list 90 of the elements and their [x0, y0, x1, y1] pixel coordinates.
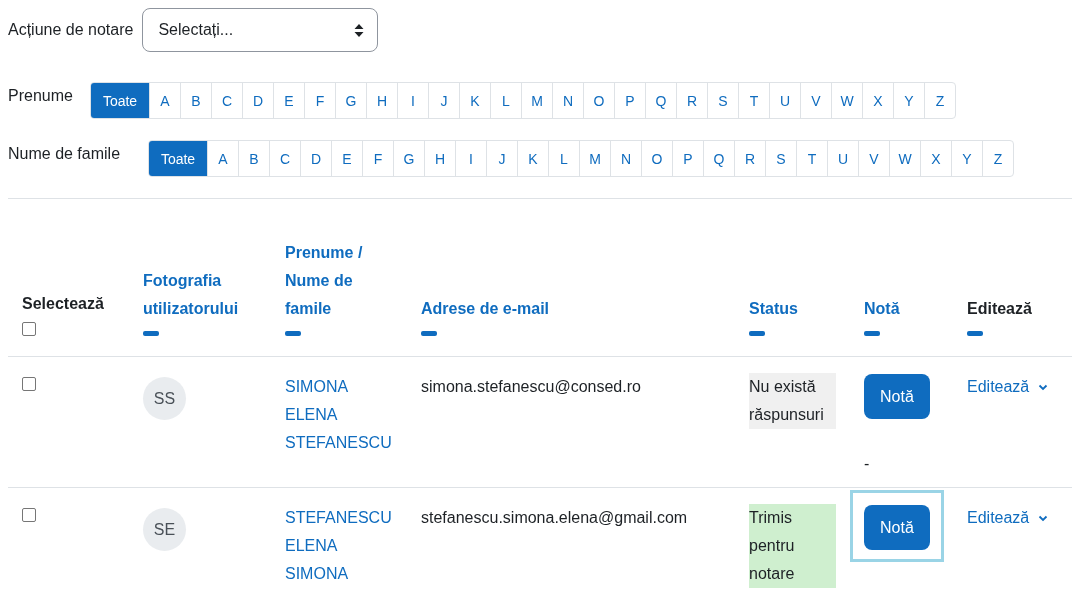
- select-all-checkbox[interactable]: [22, 322, 36, 336]
- letter-filter-link[interactable]: X: [920, 141, 951, 176]
- status-label: Trimis pentru notare: [749, 504, 836, 588]
- letter-filter-link[interactable]: Toate: [91, 83, 149, 118]
- letter-filter-link[interactable]: I: [455, 141, 486, 176]
- collapse-icon[interactable]: [143, 331, 159, 336]
- row-checkbox[interactable]: [22, 377, 36, 391]
- letter-filter-link[interactable]: K: [517, 141, 548, 176]
- email-text: simona.stefanescu@consed.ro: [421, 377, 641, 397]
- row-checkbox[interactable]: [22, 508, 36, 522]
- letter-filter-link[interactable]: Z: [924, 83, 955, 118]
- sort-arrows-icon: [354, 23, 365, 37]
- column-header-link[interactable]: Fotografia utilizatorului: [143, 267, 265, 323]
- letter-filter-link[interactable]: N: [552, 83, 583, 118]
- letter-filter-link[interactable]: L: [490, 83, 521, 118]
- filter-label: Prenume: [8, 86, 74, 105]
- letter-filter-link[interactable]: M: [579, 141, 610, 176]
- letter-filter-link[interactable]: K: [459, 83, 490, 118]
- letter-filter-link[interactable]: Z: [982, 141, 1013, 176]
- user-name-link[interactable]: STEFANESCU ELENA SIMONA: [285, 504, 393, 588]
- letter-filter-link[interactable]: D: [300, 141, 331, 176]
- letter-filter-link[interactable]: U: [827, 141, 858, 176]
- letter-filter-link[interactable]: X: [862, 83, 893, 118]
- grade-text: -: [864, 454, 870, 474]
- letter-filter-link[interactable]: S: [707, 83, 738, 118]
- collapse-icon[interactable]: [967, 331, 983, 336]
- letter-filter-link[interactable]: G: [335, 83, 366, 118]
- edit-menu-link[interactable]: Editează: [967, 504, 1049, 532]
- letter-filter-link[interactable]: U: [769, 83, 800, 118]
- letter-filter-link[interactable]: H: [424, 141, 455, 176]
- letter-filter-link[interactable]: Y: [951, 141, 982, 176]
- column-header-link[interactable]: Status: [749, 295, 798, 323]
- avatar: SE: [143, 508, 186, 551]
- letter-filter-link[interactable]: A: [149, 83, 180, 118]
- letter-filter-link[interactable]: C: [211, 83, 242, 118]
- letter-filter-link[interactable]: Toate: [149, 141, 207, 176]
- letter-filter-link[interactable]: W: [889, 141, 920, 176]
- filter-label: Nume de famile: [8, 144, 122, 163]
- column-header: Selectează: [22, 294, 104, 314]
- letter-filter-link[interactable]: O: [583, 83, 614, 118]
- letter-filter-link[interactable]: M: [521, 83, 552, 118]
- column-header: Editează: [967, 299, 1032, 319]
- grade-button[interactable]: Notă: [864, 374, 930, 419]
- letter-filter-link[interactable]: C: [269, 141, 300, 176]
- letter-filter-link[interactable]: B: [180, 83, 211, 118]
- collapse-icon[interactable]: [864, 331, 880, 336]
- letter-filter-link[interactable]: P: [614, 83, 645, 118]
- status-label: Nu există răspunsuri: [749, 373, 836, 429]
- letter-filter-link[interactable]: R: [734, 141, 765, 176]
- letter-filter-link[interactable]: F: [304, 83, 335, 118]
- letter-filter-link[interactable]: Q: [645, 83, 676, 118]
- letter-filter-link[interactable]: T: [738, 83, 769, 118]
- grading-action-label: Acțiune de notare: [8, 21, 134, 39]
- letter-filter-link[interactable]: Q: [703, 141, 734, 176]
- letter-filter-link[interactable]: E: [331, 141, 362, 176]
- user-name-link[interactable]: SIMONA ELENA STEFANESCU: [285, 373, 393, 457]
- column-header-link[interactable]: Adrese de e-mail: [421, 295, 550, 323]
- letter-filter-link[interactable]: R: [676, 83, 707, 118]
- letter-filter-link[interactable]: O: [641, 141, 672, 176]
- avatar: SS: [143, 377, 186, 420]
- email-text: stefanescu.simona.elena@gmail.com: [421, 508, 688, 528]
- letter-filter-link[interactable]: P: [672, 141, 703, 176]
- column-header-link[interactable]: Prenume / Nume de famile: [285, 239, 401, 323]
- letter-filter-link[interactable]: S: [765, 141, 796, 176]
- letter-filter-link[interactable]: V: [858, 141, 889, 176]
- column-header-link[interactable]: Notă: [864, 295, 900, 323]
- letter-filter-link[interactable]: I: [397, 83, 428, 118]
- letter-filter-link[interactable]: V: [800, 83, 831, 118]
- chevron-down-icon: [1038, 383, 1049, 391]
- letter-filter-link[interactable]: D: [242, 83, 273, 118]
- letter-filter-link[interactable]: G: [393, 141, 424, 176]
- letter-filter-link[interactable]: L: [548, 141, 579, 176]
- chevron-down-icon: [1038, 514, 1049, 522]
- edit-menu-link[interactable]: Editează: [967, 373, 1049, 401]
- collapse-icon[interactable]: [421, 331, 437, 336]
- letter-filter-link[interactable]: W: [831, 83, 862, 118]
- letter-filter-link[interactable]: E: [273, 83, 304, 118]
- letter-filter-link[interactable]: F: [362, 141, 393, 176]
- letter-filter-link[interactable]: Y: [893, 83, 924, 118]
- grading-action-select[interactable]: Selectați...: [142, 8, 379, 52]
- letter-filter-link[interactable]: A: [207, 141, 238, 176]
- letter-filter-link[interactable]: J: [486, 141, 517, 176]
- grade-button[interactable]: Notă: [864, 505, 930, 550]
- letter-filter-link[interactable]: T: [796, 141, 827, 176]
- collapse-icon[interactable]: [285, 331, 301, 336]
- letter-filter-link[interactable]: N: [610, 141, 641, 176]
- letter-filter-link[interactable]: H: [366, 83, 397, 118]
- letter-filter-link[interactable]: B: [238, 141, 269, 176]
- letter-filter-link[interactable]: J: [428, 83, 459, 118]
- collapse-icon[interactable]: [749, 331, 765, 336]
